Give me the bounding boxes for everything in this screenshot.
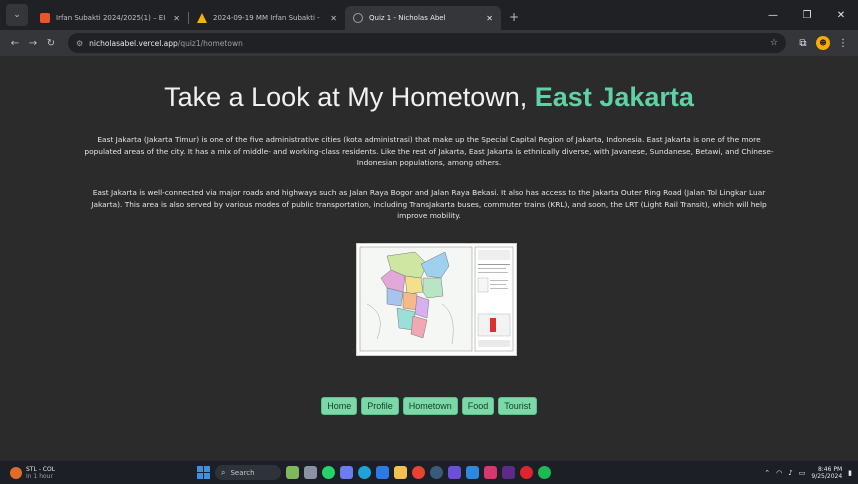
- chrome-icon[interactable]: [412, 466, 425, 479]
- restore-icon[interactable]: ❐: [790, 0, 824, 30]
- reload-icon[interactable]: ↻: [42, 38, 60, 49]
- steam-icon[interactable]: [430, 466, 443, 479]
- clock[interactable]: 8:46 PM 9/25/2024: [811, 466, 842, 480]
- bookmark-star-icon[interactable]: ☆: [770, 38, 778, 48]
- web-page: Take a Look at My Hometown, East Jakarta…: [0, 56, 858, 461]
- home-button[interactable]: Home: [321, 397, 358, 415]
- food-button[interactable]: Food: [461, 397, 495, 415]
- clock-time: 8:46 PM: [817, 465, 843, 473]
- volume-icon[interactable]: ♪: [788, 469, 792, 477]
- browser-tab-2[interactable]: 2024-09-19 MM Irfan Subakti - ✕: [189, 6, 345, 30]
- app-icon[interactable]: [502, 466, 515, 479]
- taskbar-apps: ⌕ Search: [197, 464, 551, 481]
- tab-search-icon[interactable]: ⌄: [6, 4, 28, 26]
- intro-paragraph: East Jakarta (Jakarta Timur) is one of t…: [84, 135, 774, 167]
- close-window-icon[interactable]: ✕: [824, 0, 858, 30]
- url-host: nicholasabel.vercel.app: [89, 38, 178, 48]
- browser-tab-3[interactable]: Quiz 1 - Nicholas Abel ✕: [345, 6, 501, 30]
- close-tab-icon[interactable]: ✕: [486, 14, 493, 23]
- title-prefix: Take a Look at My Hometown,: [164, 82, 528, 112]
- battery-icon[interactable]: ▭: [799, 469, 806, 477]
- browser-toolbar: ← → ↻ ⚙ nicholasabel.vercel.app /quiz1/h…: [0, 30, 858, 56]
- minimize-icon[interactable]: —: [756, 0, 790, 30]
- weather-subtitle: In 1 hour: [26, 472, 53, 480]
- tab-title: Irfan Subakti 2024/2025(1) – EI: [56, 14, 166, 22]
- transport-paragraph: East Jakarta is well-connected via major…: [91, 188, 767, 220]
- tab-title: 2024-09-19 MM Irfan Subakti -: [213, 14, 320, 22]
- tab-title: Quiz 1 - Nicholas Abel: [369, 14, 446, 22]
- forward-arrow-icon[interactable]: →: [24, 38, 42, 49]
- tourist-button[interactable]: Tourist: [498, 397, 537, 415]
- profile-avatar-icon[interactable]: ☻: [816, 36, 830, 50]
- close-tab-icon[interactable]: ✕: [173, 14, 180, 23]
- nav-button-row: Home Profile Hometown Food Tourist: [0, 397, 858, 415]
- weather-widget[interactable]: STL - COL In 1 hour: [10, 466, 55, 480]
- search-label: Search: [230, 468, 255, 477]
- tab-favicon-icon: [353, 13, 363, 23]
- profile-button[interactable]: Profile: [361, 397, 399, 415]
- clock-date: 9/25/2024: [811, 472, 843, 480]
- hometown-button[interactable]: Hometown: [402, 397, 458, 415]
- weather-icon: [10, 466, 22, 479]
- menu-kebab-icon[interactable]: ⋮: [834, 38, 852, 49]
- new-tab-icon[interactable]: +: [509, 10, 519, 24]
- title-accent: East Jakarta: [534, 82, 694, 112]
- tab-favicon-icon: [197, 13, 207, 23]
- browser-tab-strip: ⌄ Irfan Subakti 2024/2025(1) – EI ✕ 2024…: [0, 0, 858, 30]
- weather-title: STL - COL: [26, 465, 56, 473]
- opera-icon[interactable]: [520, 466, 533, 479]
- app-icon[interactable]: [340, 466, 353, 479]
- window-controls: — ❐ ✕: [756, 0, 858, 30]
- browser-tab-1[interactable]: Irfan Subakti 2024/2025(1) – EI ✕: [32, 6, 188, 30]
- tab-favicon-icon: [40, 13, 50, 23]
- extensions-icon[interactable]: ⧉: [794, 38, 812, 49]
- app-icon[interactable]: [448, 466, 461, 479]
- task-view-icon[interactable]: [304, 466, 317, 479]
- notifications-icon[interactable]: ▮: [848, 469, 852, 477]
- file-explorer-icon[interactable]: [394, 466, 407, 479]
- wifi-icon[interactable]: ◠: [776, 469, 782, 477]
- slack-icon[interactable]: [484, 466, 497, 479]
- map-illustration: [357, 244, 516, 355]
- back-arrow-icon[interactable]: ←: [6, 38, 24, 49]
- vscode-icon[interactable]: [466, 466, 479, 479]
- close-tab-icon[interactable]: ✕: [330, 14, 337, 23]
- system-tray: ⌃ ◠ ♪ ▭ 8:46 PM 9/25/2024 ▮: [764, 464, 852, 481]
- east-jakarta-map-image: [356, 243, 517, 356]
- site-info-icon[interactable]: ⚙: [76, 39, 83, 48]
- windows-start-icon[interactable]: [197, 466, 210, 479]
- whatsapp-icon[interactable]: [322, 466, 335, 479]
- edge-icon[interactable]: [358, 466, 371, 479]
- widgets-icon[interactable]: [286, 466, 299, 479]
- address-bar[interactable]: ⚙ nicholasabel.vercel.app /quiz1/hometow…: [68, 33, 786, 53]
- search-icon: ⌕: [221, 467, 226, 477]
- page-title: Take a Look at My Hometown, East Jakarta: [0, 82, 858, 113]
- windows-taskbar: STL - COL In 1 hour ⌕ Search ⌃ ◠ ♪ ▭ 8:4…: [0, 461, 858, 484]
- url-path: /quiz1/hometown: [177, 38, 243, 48]
- spotify-icon[interactable]: [538, 466, 551, 479]
- taskbar-search-box[interactable]: ⌕ Search: [215, 465, 281, 480]
- tray-overflow-icon[interactable]: ⌃: [764, 469, 770, 477]
- store-icon[interactable]: [376, 466, 389, 479]
